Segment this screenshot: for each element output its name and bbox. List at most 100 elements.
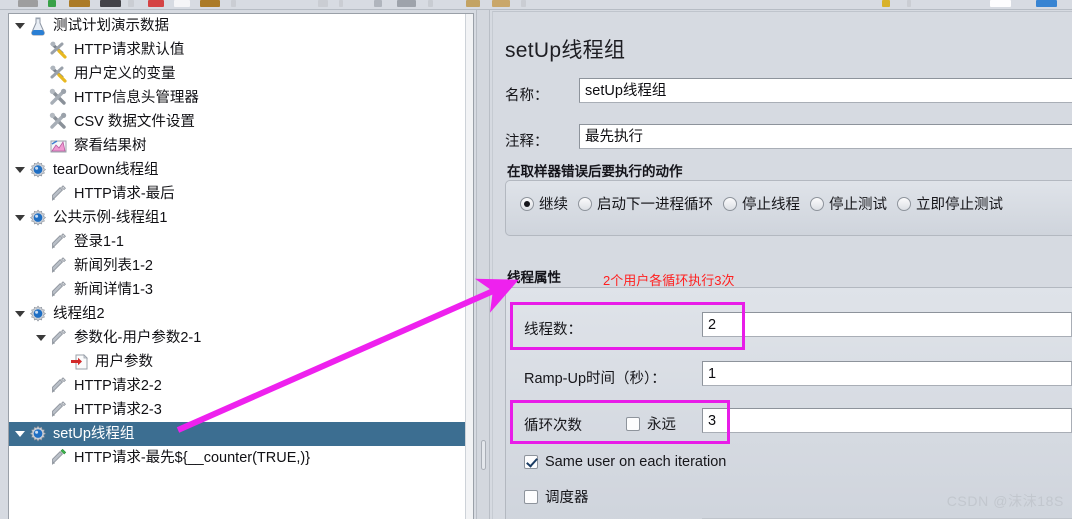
rampup-input[interactable]: 1 xyxy=(702,361,1072,386)
search-icon[interactable] xyxy=(465,0,481,7)
start-icon[interactable] xyxy=(318,0,328,7)
tree-node-news-list-1-2[interactable]: 新闻列表1-2 xyxy=(9,254,473,278)
error-action-option-3[interactable]: 停止测试 xyxy=(810,193,887,214)
name-input[interactable]: setUp线程组 xyxy=(579,78,1072,103)
collapse-icon[interactable] xyxy=(200,0,220,7)
same-user-checkbox[interactable] xyxy=(524,455,538,469)
loop-count-input[interactable]: 3 xyxy=(702,408,1072,433)
tree-toggle-spacer xyxy=(34,86,48,110)
tree-node-http-last[interactable]: HTTP请求-最后 xyxy=(9,182,473,206)
tree-node-label: 测试计划演示数据 xyxy=(53,17,169,34)
open-icon[interactable] xyxy=(47,0,56,7)
thread-group-config-panel: setUp线程组 名称： setUp线程组 注释： 最先执行 在取样器错误后要执… xyxy=(492,11,1072,519)
thread-group-icon xyxy=(27,207,49,229)
error-action-radio-group[interactable]: 继续 启动下一进程循环 停止线程 停止测试 立即停止测试 xyxy=(520,193,1013,214)
stop-icon[interactable] xyxy=(373,0,382,7)
radio-button[interactable] xyxy=(578,196,592,211)
errors-icon[interactable] xyxy=(1036,0,1058,7)
clear-all-icon[interactable] xyxy=(427,0,433,7)
scheduler-checkbox[interactable] xyxy=(524,489,538,504)
gear-grey-icon xyxy=(48,87,70,109)
tree-node-http-defaults[interactable]: HTTP请求默认值 xyxy=(9,38,473,62)
error-action-option-1[interactable]: 启动下一进程循环 xyxy=(578,193,713,214)
tree-node-thread-group-2[interactable]: 线程组2 xyxy=(9,302,473,326)
radio-button[interactable] xyxy=(520,196,534,211)
tree-node-test-plan[interactable]: 测试计划演示数据 xyxy=(9,14,473,38)
tree-node-view-results-tree[interactable]: 察看结果树 xyxy=(9,134,473,158)
tree-node-label: HTTP请求默认值 xyxy=(74,41,185,58)
panel-splitter[interactable] xyxy=(476,10,490,519)
chevron-down-icon[interactable] xyxy=(13,158,27,182)
tree-node-setup-group[interactable]: setUp线程组 xyxy=(9,422,473,446)
tree-node-http-2-3[interactable]: HTTP请求2-3 xyxy=(9,398,473,422)
tree-toggle-spacer xyxy=(34,38,48,62)
start-no-pause-icon[interactable] xyxy=(339,0,343,7)
chevron-down-icon[interactable] xyxy=(13,422,27,446)
rampup-label: Ramp-Up时间（秒）： xyxy=(524,371,666,387)
shutdown-icon[interactable] xyxy=(396,0,417,7)
tree-toggle-spacer xyxy=(34,230,48,254)
sampler-icon xyxy=(48,231,70,253)
tree-node-http-first-counter[interactable]: HTTP请求-最先${__counter(TRUE,)} xyxy=(9,446,473,470)
radio-label: 停止线程 xyxy=(742,197,800,213)
radio-button[interactable] xyxy=(897,196,911,211)
same-user-label: Same user on each iteration xyxy=(545,454,727,470)
radio-button[interactable] xyxy=(723,196,737,211)
comment-input[interactable]: 最先执行 xyxy=(579,124,1072,149)
tree-node-teardown-group[interactable]: tearDown线程组 xyxy=(9,158,473,182)
tree-node-login-1-1[interactable]: 登录1-1 xyxy=(9,230,473,254)
loop-forever-checkbox[interactable] xyxy=(626,416,640,431)
clear-icon[interactable] xyxy=(18,0,38,7)
tree-node-common-group-1[interactable]: 公共示例-线程组1 xyxy=(9,206,473,230)
reset-search-icon[interactable] xyxy=(491,0,510,7)
sampler-icon xyxy=(48,279,70,301)
error-action-option-0[interactable]: 继续 xyxy=(520,193,568,214)
thread-properties-section-label: 线程属性 xyxy=(507,270,561,285)
toggle-icon[interactable] xyxy=(231,0,237,7)
tree-node-label: 登录1-1 xyxy=(74,233,124,250)
tree-node-csv-data-set[interactable]: CSV 数据文件设置 xyxy=(9,110,473,134)
paste-icon[interactable] xyxy=(147,0,164,7)
tree-toggle-spacer xyxy=(34,182,48,206)
expand-icon[interactable] xyxy=(173,0,191,7)
warn-icon[interactable] xyxy=(881,0,891,7)
sampler-icon xyxy=(48,183,70,205)
error-action-option-4[interactable]: 立即停止测试 xyxy=(897,193,1003,214)
function-helper-icon[interactable] xyxy=(521,0,527,7)
page-title: setUp线程组 xyxy=(505,39,626,62)
test-plan-tree-panel[interactable]: 测试计划演示数据 HTTP请求默认值用户定义的变量 HTTP信息头管理器 CSV 数据… xyxy=(8,13,474,519)
threads-label: 线程数： xyxy=(524,322,582,338)
test-plan-tree[interactable]: 测试计划演示数据 HTTP请求默认值用户定义的变量 HTTP信息头管理器 CSV 数据… xyxy=(9,14,473,519)
splitter-grip[interactable] xyxy=(481,440,486,470)
thread-group-icon xyxy=(27,303,49,325)
tree-node-http-2-2[interactable]: HTTP请求2-2 xyxy=(9,374,473,398)
tree-node-label: 参数化-用户参数2-1 xyxy=(74,329,202,346)
scheduler-checkbox-row[interactable]: 调度器 xyxy=(524,486,589,507)
radio-label: 立即停止测试 xyxy=(916,197,1003,213)
jmeter-window: 测试计划演示数据 HTTP请求默认值用户定义的变量 HTTP信息头管理器 CSV 数据… xyxy=(0,0,1072,519)
chevron-down-icon[interactable] xyxy=(13,302,27,326)
loop-forever-checkbox-row[interactable]: 永远 xyxy=(626,413,676,434)
sampler-green-icon xyxy=(48,447,70,469)
log-icon[interactable] xyxy=(990,0,1012,7)
tree-node-label: HTTP请求-最后 xyxy=(74,185,175,202)
copy-icon[interactable] xyxy=(127,0,135,7)
tree-node-user-defined-vars[interactable]: 用户定义的变量 xyxy=(9,62,473,86)
radio-label: 启动下一进程循环 xyxy=(597,197,713,213)
radio-button[interactable] xyxy=(810,196,824,211)
same-user-checkbox-row[interactable]: Same user on each iteration xyxy=(524,454,726,470)
chevron-down-icon[interactable] xyxy=(13,14,27,38)
tree-node-param-user-2-1[interactable]: 参数化-用户参数2-1 xyxy=(9,326,473,350)
tree-node-news-detail-1-3[interactable]: 新闻详情1-3 xyxy=(9,278,473,302)
chevron-down-icon[interactable] xyxy=(13,206,27,230)
cut-icon[interactable] xyxy=(100,0,122,7)
threads-input[interactable]: 2 xyxy=(702,312,1072,337)
name-label: 名称： xyxy=(505,88,549,104)
tree-node-http-header-manager[interactable]: HTTP信息头管理器 xyxy=(9,86,473,110)
save-icon[interactable] xyxy=(68,0,91,7)
tree-node-user-parameters[interactable]: 用户参数 xyxy=(9,350,473,374)
tree-vertical-scrollbar[interactable] xyxy=(465,14,473,519)
chevron-down-icon[interactable] xyxy=(34,326,48,350)
error-action-option-2[interactable]: 停止线程 xyxy=(723,193,800,214)
sep-icon[interactable] xyxy=(906,0,912,7)
